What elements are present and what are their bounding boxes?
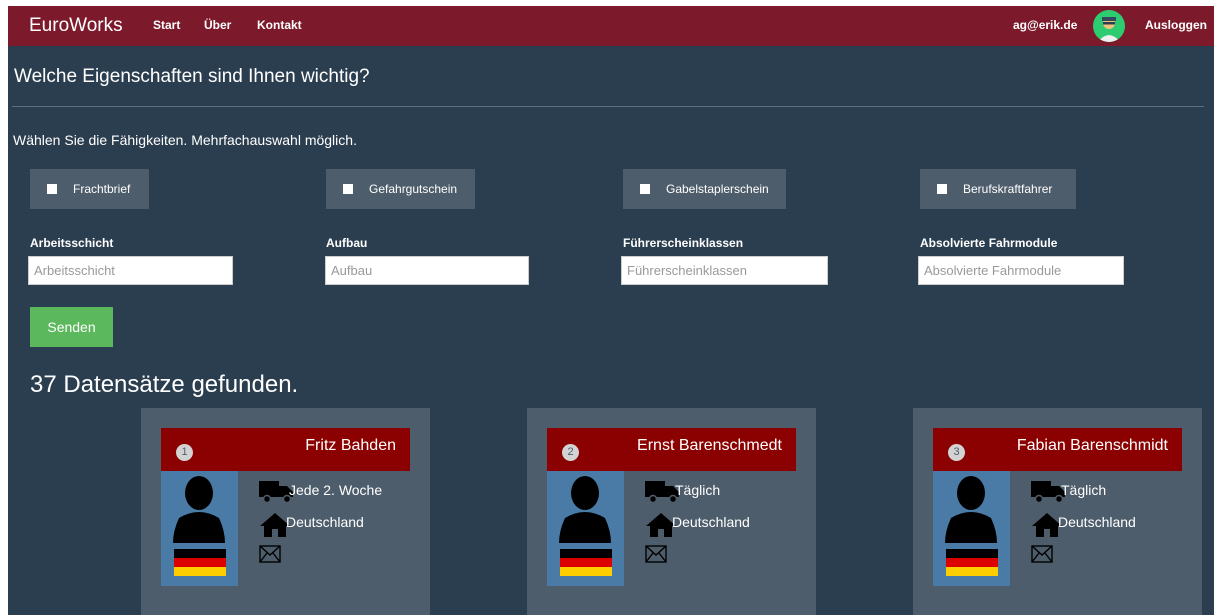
nav-link-start[interactable]: Start [153,18,180,32]
schedule-value: Jede 2. Woche [289,482,383,498]
german-flag-icon [560,549,612,576]
label-arbeitsschicht: Arbeitsschicht [30,236,114,250]
label-aufbau: Aufbau [326,236,368,250]
skill-label: Berufskraftfahrer [963,182,1053,196]
send-button[interactable]: Senden [30,307,113,347]
skill-label: Gabelstaplerschein [666,182,769,196]
country-value: Deutschland [672,514,750,530]
skill-checkbox-gefahrgutschein[interactable]: Gefahrgutschein [326,169,475,209]
profile-photo [933,471,1010,586]
profile-photo [161,471,238,586]
country-value: Deutschland [1058,514,1136,530]
logout-link[interactable]: Ausloggen [1145,18,1207,32]
skills-instruction: Wählen Sie die Fähigkeiten. Mehrfachausw… [13,132,357,148]
envelope-icon[interactable] [645,545,667,566]
person-name[interactable]: Fabian Barenschmidt [1017,437,1168,455]
user-avatar-icon [1098,17,1120,42]
result-card[interactable]: 1 Fritz Bahden Jede 2. Woche Deutschland [141,408,430,615]
rank-badge: 1 [176,444,193,461]
skill-label: Gefahrgutschein [369,182,458,196]
avatar[interactable] [1093,10,1125,42]
brand-logo[interactable]: EuroWorks [29,15,123,37]
envelope-icon[interactable] [259,545,281,566]
arbeitsschicht-input[interactable] [28,256,233,285]
result-card[interactable]: 3 Fabian Barenschmidt Täglich Deutschlan… [913,408,1202,615]
nav-link-kontakt[interactable]: Kontakt [257,18,302,32]
checkbox-box[interactable] [47,184,57,194]
result-count: 37 Datensätze gefunden. [30,371,299,398]
german-flag-icon [946,549,998,576]
card-header[interactable]: 1 Fritz Bahden [161,428,410,471]
divider [12,106,1204,107]
rank-badge: 2 [562,444,579,461]
checkbox-box[interactable] [343,184,353,194]
card-header[interactable]: 2 Ernst Barenschmedt [547,428,796,471]
checkbox-box[interactable] [640,184,650,194]
fahrmodule-input[interactable] [918,256,1124,285]
schedule-value: Täglich [675,482,721,498]
schedule-value: Täglich [1061,482,1107,498]
navbar: EuroWorks Start Über Kontakt ag@erik.de … [8,6,1214,46]
app-frame: EuroWorks Start Über Kontakt ag@erik.de … [8,6,1214,615]
label-fahrmodule: Absolvierte Fahrmodule [920,236,1058,250]
nav-link-ueber[interactable]: Über [204,18,231,32]
page-title: Welche Eigenschaften sind Ihnen wichtig? [14,66,370,87]
aufbau-input[interactable] [325,256,529,285]
person-name[interactable]: Ernst Barenschmedt [637,437,782,455]
country-value: Deutschland [286,514,364,530]
profile-photo [547,471,624,586]
skill-checkbox-berufskraftfahrer[interactable]: Berufskraftfahrer [920,169,1076,209]
checkbox-box[interactable] [937,184,947,194]
user-email[interactable]: ag@erik.de [1013,18,1077,32]
rank-badge: 3 [948,444,965,461]
envelope-icon[interactable] [1031,545,1053,566]
card-header[interactable]: 3 Fabian Barenschmidt [933,428,1182,471]
skill-checkbox-gabelstaplerschein[interactable]: Gabelstaplerschein [623,169,786,209]
fuehrerscheinklassen-input[interactable] [621,256,828,285]
person-name[interactable]: Fritz Bahden [305,437,396,455]
skill-label: Frachtbrief [73,182,131,196]
skill-checkbox-frachtbrief[interactable]: Frachtbrief [30,169,149,209]
german-flag-icon [174,549,226,576]
label-fuehrerscheinklassen: Führerscheinklassen [623,236,744,250]
result-card[interactable]: 2 Ernst Barenschmedt Täglich Deutschland [527,408,816,615]
